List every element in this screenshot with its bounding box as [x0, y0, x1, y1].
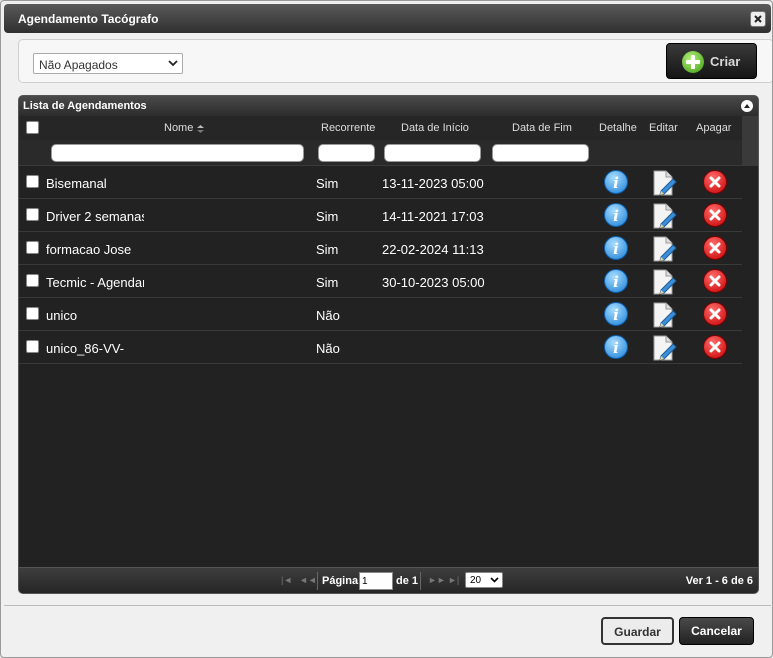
info-icon[interactable]: i — [604, 335, 628, 359]
delete-icon[interactable] — [703, 335, 727, 359]
close-icon[interactable] — [750, 11, 766, 27]
row-checkbox[interactable] — [26, 241, 39, 254]
next-page-icon[interactable]: ►► — [428, 575, 446, 585]
row-recurrent: Sim — [316, 275, 339, 290]
pager: |◄ ◄◄ Página 1 de 1 ►► ►| 20 Ver 1 - 6 d… — [19, 567, 758, 593]
row-name: unico_86-VV- — [46, 341, 125, 356]
sort-icon — [197, 125, 204, 133]
toolbar: Não Apagados Criar — [18, 39, 772, 83]
page-label: Página — [322, 575, 359, 587]
create-button-label: Criar — [710, 54, 741, 69]
dialog-titlebar: Agendamento Tacógrafo — [4, 4, 771, 33]
page-size-value: 20 — [470, 575, 482, 586]
row-name: unico — [46, 308, 78, 323]
info-icon[interactable]: i — [604, 302, 628, 326]
row-checkbox[interactable] — [26, 340, 39, 353]
column-header-detail: Detalhe — [599, 122, 637, 134]
save-button[interactable]: Guardar — [601, 617, 674, 645]
table-row[interactable]: formacao Jose Sim 22-02-2024 11:13 i — [19, 232, 742, 265]
row-name: Bisemanal — [46, 176, 107, 191]
chevron-down-icon — [168, 60, 178, 67]
pager-divider — [317, 572, 318, 590]
row-recurrent: Sim — [316, 176, 339, 191]
chevron-down-icon — [490, 577, 499, 583]
row-start-date: 30-10-2023 05:00 — [382, 275, 485, 290]
row-checkbox[interactable] — [26, 208, 39, 221]
column-header-name[interactable]: Nome — [164, 122, 193, 134]
records-info: Ver 1 - 6 de 6 — [685, 575, 753, 587]
column-header-end[interactable]: Data de Fim — [512, 122, 572, 134]
status-filter-value: Não Apagados — [39, 58, 118, 72]
row-checkbox[interactable] — [26, 307, 39, 320]
edit-icon[interactable] — [651, 269, 677, 298]
page-number-input[interactable]: 1 — [359, 572, 393, 590]
row-checkbox[interactable] — [26, 274, 39, 287]
schedule-dialog: Agendamento Tacógrafo Não Apagados Criar… — [0, 0, 773, 658]
column-header-delete: Apagar — [696, 122, 732, 134]
recurrent-filter-input[interactable] — [318, 144, 375, 162]
first-page-icon[interactable]: |◄ — [281, 575, 292, 585]
table-row[interactable]: Bisemanal Sim 13-11-2023 05:00 i — [19, 166, 742, 199]
info-icon[interactable]: i — [604, 269, 628, 293]
column-header-start[interactable]: Data de Início — [401, 122, 469, 134]
dialog-title: Agendamento Tacógrafo — [18, 12, 159, 26]
schedules-grid: Lista de Agendamentos Nome Recorrente Da… — [18, 95, 759, 594]
row-recurrent: Sim — [316, 209, 339, 224]
grid-caption: Lista de Agendamentos — [19, 96, 758, 116]
select-all-checkbox[interactable] — [26, 121, 39, 134]
delete-icon[interactable] — [703, 170, 727, 194]
table-row[interactable]: unico_86-VV- Não i — [19, 331, 742, 364]
page-size-select[interactable]: 20 — [465, 572, 503, 588]
grid-title: Lista de Agendamentos — [23, 100, 147, 112]
row-recurrent: Não — [316, 308, 340, 323]
start-filter-input[interactable] — [384, 144, 481, 162]
create-button[interactable]: Criar — [666, 43, 757, 79]
row-name: Driver 2 semanas — [46, 209, 144, 224]
delete-icon[interactable] — [703, 302, 727, 326]
footer-divider — [4, 605, 771, 606]
row-name: formacao Jose — [46, 242, 132, 257]
row-start-date: 14-11-2021 17:03 — [382, 209, 484, 224]
edit-icon[interactable] — [651, 170, 677, 199]
prev-page-icon[interactable]: ◄◄ — [299, 575, 317, 585]
row-name: Tecmic - Agendamento — [46, 275, 144, 290]
grid-header: Nome Recorrente Data de Início Data de F… — [19, 116, 742, 140]
edit-icon[interactable] — [651, 302, 677, 331]
row-checkbox[interactable] — [26, 175, 39, 188]
header-scroll-gutter — [742, 116, 758, 166]
edit-icon[interactable] — [651, 203, 677, 232]
edit-icon[interactable] — [651, 236, 677, 265]
pager-divider — [420, 572, 421, 590]
last-page-icon[interactable]: ►| — [448, 575, 459, 585]
delete-icon[interactable] — [703, 203, 727, 227]
table-row[interactable]: unico Não i — [19, 298, 742, 331]
info-icon[interactable]: i — [604, 170, 628, 194]
table-row[interactable]: Tecmic - Agendamento Sim 30-10-2023 05:00 i — [19, 265, 742, 298]
plus-circle-icon — [682, 51, 704, 73]
collapse-icon[interactable] — [741, 100, 753, 112]
status-filter-select[interactable]: Não Apagados — [33, 53, 183, 74]
row-start-date: 22-02-2024 11:13 — [382, 242, 484, 257]
filter-row — [19, 140, 742, 166]
row-recurrent: Não — [316, 341, 340, 356]
name-filter-input[interactable] — [51, 144, 304, 162]
column-header-recurrent[interactable]: Recorrente — [321, 122, 375, 134]
info-icon[interactable]: i — [604, 203, 628, 227]
delete-icon[interactable] — [703, 236, 727, 260]
cancel-button[interactable]: Cancelar — [679, 617, 754, 645]
edit-icon[interactable] — [651, 335, 677, 364]
end-filter-input[interactable] — [492, 144, 589, 162]
delete-icon[interactable] — [703, 269, 727, 293]
page-total-label: de 1 — [396, 575, 419, 587]
info-icon[interactable]: i — [604, 236, 628, 260]
row-recurrent: Sim — [316, 242, 339, 257]
table-row[interactable]: Driver 2 semanas Sim 14-11-2021 17:03 i — [19, 199, 742, 232]
row-start-date: 13-11-2023 05:00 — [382, 176, 484, 191]
column-header-edit: Editar — [649, 122, 678, 134]
